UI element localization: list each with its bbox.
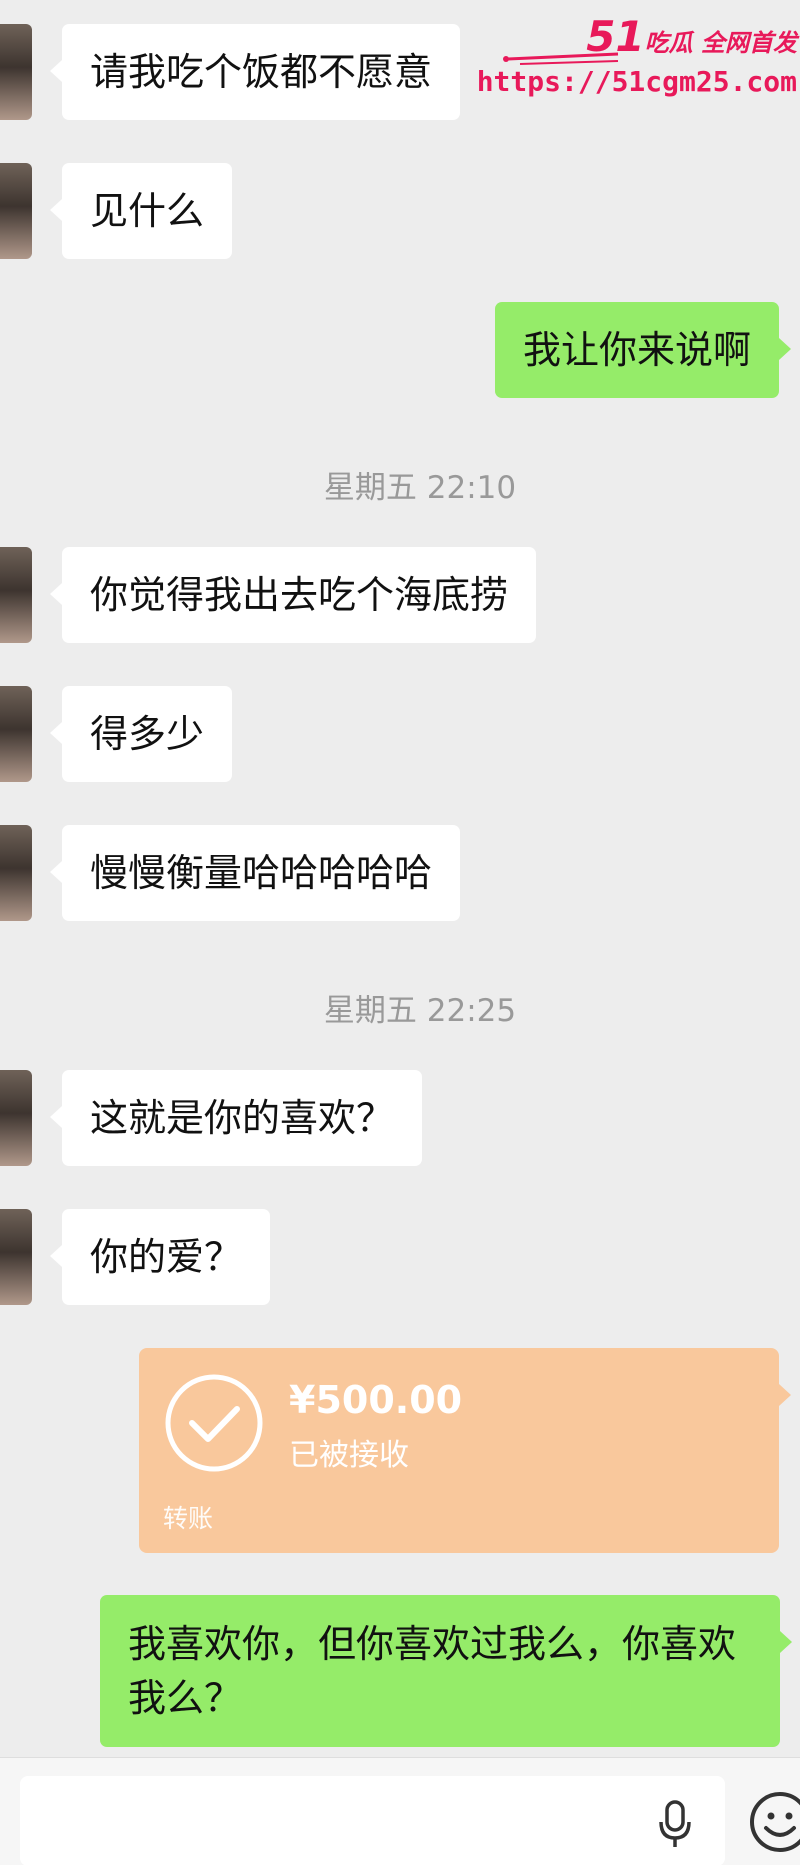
message-bubble-sent[interactable]: 我让你来说啊 [494,302,792,398]
message-bubble-sent[interactable]: 我喜欢你，但你喜欢过我么，你喜欢我么？ [100,1595,792,1747]
contact-avatar[interactable] [0,163,32,259]
contact-avatar[interactable] [0,825,32,921]
watermark-logo: 51吃瓜 全网首发 https://51cgm25.com [477,10,800,110]
emoji-icon[interactable] [748,1790,800,1854]
contact-avatar[interactable] [0,547,32,643]
message-input[interactable] [20,1776,725,1865]
watermark-brand: 51吃瓜 全网首发 [586,12,797,61]
contact-avatar[interactable] [0,1070,32,1166]
check-circle-icon [165,1374,263,1472]
transfer-label: 转账 [163,1504,214,1533]
contact-avatar[interactable] [0,24,32,120]
watermark-brand-number: 51 [586,12,645,61]
transfer-card[interactable]: ¥500.00 已被接收 转账 [139,1348,791,1553]
chat-timestamp: 星期五 22:10 [323,470,517,506]
contact-avatar[interactable] [0,686,32,782]
message-bubble-received[interactable]: 见什么 [49,163,233,259]
microphone-icon[interactable] [655,1800,695,1850]
message-bubble-received[interactable]: 慢慢衡量哈哈哈哈哈 [49,825,461,921]
watermark-url: https://51cgm25.com [476,65,797,98]
message-bubble-received[interactable]: 你觉得我出去吃个海底捞 [49,547,537,643]
chat-screen: 51吃瓜 全网首发 https://51cgm25.com 请我吃个饭都不愿意 … [0,0,800,1865]
message-bubble-received[interactable]: 得多少 [49,686,233,782]
message-bubble-received[interactable]: 请我吃个饭都不愿意 [49,24,461,120]
transfer-amount: ¥500.00 [289,1378,463,1422]
message-bubble-received[interactable]: 这就是你的喜欢？ [49,1070,423,1166]
chat-timestamp: 星期五 22:25 [323,993,517,1029]
watermark-brand-text: 吃瓜 全网首发 [644,29,797,57]
transfer-status: 已被接收 [289,1438,409,1473]
contact-avatar[interactable] [0,1209,32,1305]
message-bubble-received[interactable]: 你的爱？ [49,1209,271,1305]
